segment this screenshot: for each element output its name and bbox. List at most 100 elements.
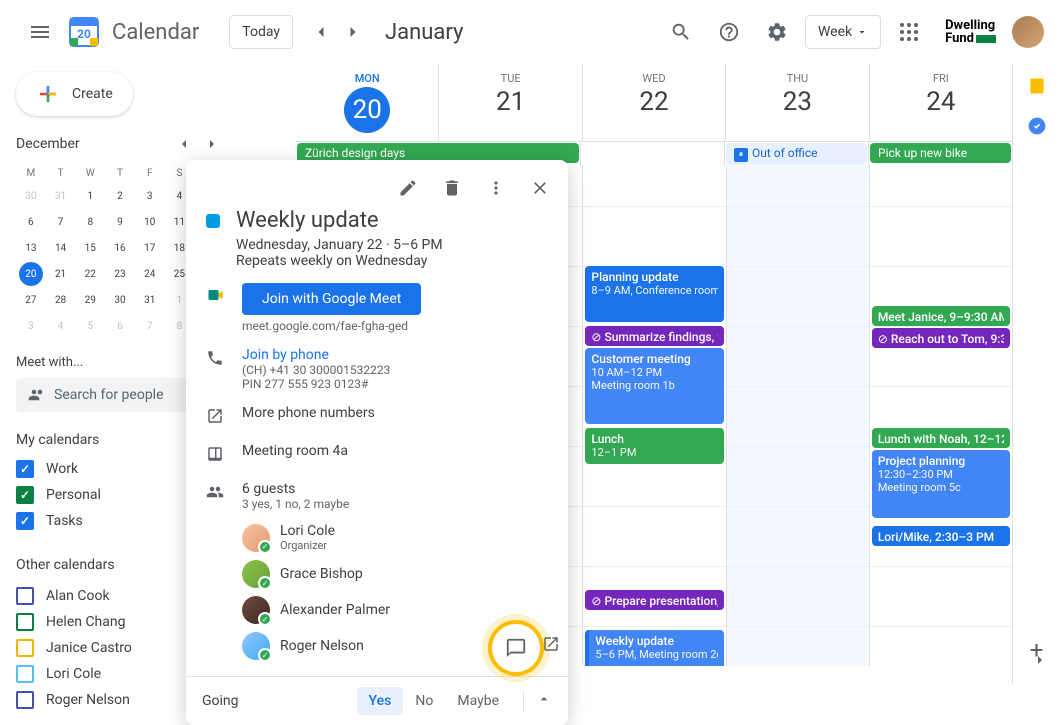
search-placeholder: Search for people bbox=[54, 387, 164, 403]
next-period-button[interactable] bbox=[337, 16, 369, 48]
rsvp-no-button[interactable]: No bbox=[403, 687, 445, 715]
google-apps-icon[interactable] bbox=[889, 12, 929, 52]
edit-icon[interactable] bbox=[388, 168, 428, 208]
event[interactable]: Lunch with Noah, 12–12:30 bbox=[872, 428, 1010, 448]
mini-day[interactable]: 8 bbox=[78, 210, 102, 234]
allday-event[interactable]: Pick up new bike bbox=[870, 143, 1011, 163]
mini-day[interactable]: 30 bbox=[19, 184, 43, 208]
day-number[interactable]: 21 bbox=[439, 87, 581, 117]
mini-day[interactable]: 21 bbox=[49, 262, 73, 286]
more-phone-link[interactable]: More phone numbers bbox=[242, 405, 375, 421]
chat-guests-highlight[interactable] bbox=[488, 620, 544, 676]
mini-day[interactable]: 29 bbox=[78, 288, 102, 312]
event[interactable]: ⊘ Prepare presentation, 4 P bbox=[585, 590, 723, 610]
event[interactable]: Planning update8–9 AM, Conference room 2 bbox=[585, 266, 723, 322]
event[interactable]: ⊘ Reach out to Tom, 9:30 A bbox=[872, 328, 1010, 348]
create-button[interactable]: Create bbox=[16, 72, 133, 116]
main-menu-icon[interactable] bbox=[16, 8, 64, 56]
day-header[interactable]: THU23 bbox=[725, 64, 868, 141]
mini-day[interactable]: 9 bbox=[108, 210, 132, 234]
checkbox-icon[interactable] bbox=[16, 691, 34, 709]
mini-prev-button[interactable] bbox=[172, 132, 196, 156]
tasks-icon[interactable] bbox=[1027, 116, 1047, 136]
mini-day[interactable]: 6 bbox=[19, 210, 43, 234]
email-guests-icon[interactable] bbox=[542, 635, 560, 657]
mini-day[interactable]: 17 bbox=[138, 236, 162, 260]
checkbox-icon[interactable] bbox=[16, 587, 34, 605]
prev-period-button[interactable] bbox=[305, 16, 337, 48]
day-number[interactable]: 22 bbox=[583, 87, 725, 117]
mini-day[interactable]: 13 bbox=[19, 236, 43, 260]
mini-day[interactable]: 2 bbox=[108, 184, 132, 208]
checkbox-icon[interactable] bbox=[16, 613, 34, 631]
mini-day[interactable]: 10 bbox=[138, 210, 162, 234]
guest-item[interactable]: ✓Grace Bishop bbox=[242, 556, 548, 592]
rsvp-yes-button[interactable]: Yes bbox=[357, 687, 404, 715]
search-icon[interactable] bbox=[661, 12, 701, 52]
today-button[interactable]: Today bbox=[229, 15, 293, 49]
day-header[interactable]: TUE21 bbox=[438, 64, 581, 141]
day-header[interactable]: WED22 bbox=[582, 64, 725, 141]
checkbox-icon[interactable] bbox=[16, 460, 34, 478]
event[interactable]: Meet Janice, 9–9:30 AM bbox=[872, 306, 1010, 326]
mini-day[interactable]: 14 bbox=[49, 236, 73, 260]
day-number[interactable]: 24 bbox=[870, 87, 1012, 117]
event[interactable]: Project planning12:30–2:30 PMMeeting roo… bbox=[872, 450, 1010, 518]
checkbox-icon[interactable] bbox=[16, 639, 34, 657]
user-avatar[interactable] bbox=[1012, 16, 1044, 48]
mini-day[interactable]: 15 bbox=[78, 236, 102, 260]
mini-day[interactable]: 7 bbox=[49, 210, 73, 234]
event[interactable]: ⊘ Summarize findings, 9:30 bbox=[585, 326, 723, 346]
mini-day[interactable]: 27 bbox=[19, 288, 43, 312]
event[interactable]: Customer meeting10 AM–12 PMMeeting room … bbox=[585, 348, 723, 424]
checkbox-icon[interactable] bbox=[16, 665, 34, 683]
side-panel-collapse-icon[interactable] bbox=[1032, 652, 1048, 672]
mini-day[interactable]: 30 bbox=[108, 288, 132, 312]
mini-day[interactable]: 22 bbox=[78, 262, 102, 286]
checkbox-icon[interactable] bbox=[16, 512, 34, 530]
view-select[interactable]: Week bbox=[805, 15, 881, 49]
allday-event-ooo[interactable]: ⏸Out of office bbox=[726, 143, 867, 165]
mini-day[interactable]: 31 bbox=[49, 184, 73, 208]
event[interactable]: Lori/Mike, 2:30–3 PM bbox=[872, 526, 1010, 546]
mini-day[interactable]: 3 bbox=[19, 314, 43, 338]
checkbox-icon[interactable] bbox=[16, 486, 34, 504]
rsvp-maybe-button[interactable]: Maybe bbox=[445, 687, 511, 715]
mini-day[interactable]: 16 bbox=[108, 236, 132, 260]
help-icon[interactable] bbox=[709, 12, 749, 52]
day-column[interactable]: Meet Janice, 9–9:30 AM ⊘ Reach out to To… bbox=[869, 166, 1012, 666]
day-header[interactable]: MON20 bbox=[296, 64, 438, 141]
mini-day[interactable]: 23 bbox=[108, 262, 132, 286]
join-meet-button[interactable]: Join with Google Meet bbox=[242, 283, 421, 315]
day-number[interactable]: 20 bbox=[344, 87, 390, 133]
mini-day[interactable]: 20 bbox=[19, 262, 43, 286]
day-number[interactable]: 23 bbox=[726, 87, 868, 117]
mini-next-button[interactable] bbox=[200, 132, 224, 156]
close-icon[interactable] bbox=[520, 168, 560, 208]
guest-name: Alexander Palmer bbox=[280, 602, 390, 618]
event[interactable]: Lunch12–1 PM bbox=[585, 428, 723, 464]
mini-day[interactable]: 6 bbox=[108, 314, 132, 338]
day-header[interactable]: FRI24 bbox=[869, 64, 1012, 141]
mini-day[interactable]: 3 bbox=[138, 184, 162, 208]
mini-day[interactable]: 5 bbox=[78, 314, 102, 338]
join-phone-link[interactable]: Join by phone bbox=[242, 347, 390, 363]
guest-avatar: ✓ bbox=[242, 632, 270, 660]
day-column[interactable] bbox=[726, 166, 869, 666]
delete-icon[interactable] bbox=[432, 168, 472, 208]
settings-icon[interactable] bbox=[757, 12, 797, 52]
other-calendars-title[interactable]: Other calendars bbox=[16, 557, 115, 573]
mini-day[interactable]: 24 bbox=[138, 262, 162, 286]
mini-day[interactable]: 4 bbox=[49, 314, 73, 338]
event[interactable]: Weekly update5–6 PM, Meeting room 2c bbox=[585, 630, 723, 666]
guest-item[interactable]: ✓Lori ColeOrganizer bbox=[242, 519, 548, 556]
mini-day[interactable]: 31 bbox=[138, 288, 162, 312]
rsvp-expand-icon[interactable] bbox=[523, 691, 552, 711]
mini-day[interactable]: 28 bbox=[49, 288, 73, 312]
day-column[interactable]: Planning update8–9 AM, Conference room 2… bbox=[582, 166, 725, 666]
keep-icon[interactable] bbox=[1027, 76, 1047, 96]
guest-name: Lori Cole bbox=[280, 523, 335, 539]
mini-day[interactable]: 1 bbox=[78, 184, 102, 208]
more-options-icon[interactable] bbox=[476, 168, 516, 208]
mini-day[interactable]: 7 bbox=[138, 314, 162, 338]
